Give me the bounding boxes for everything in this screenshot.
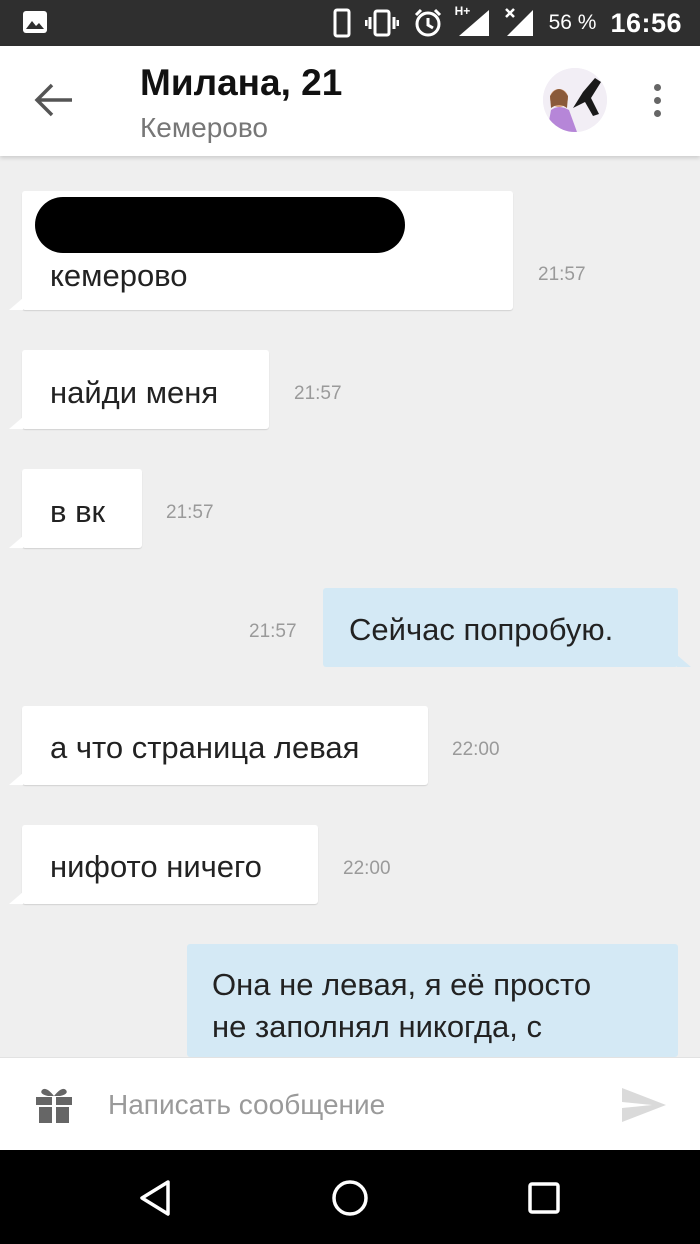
message-composer	[0, 1057, 700, 1150]
message-text: Сейчас попробую.	[349, 612, 614, 647]
clock: 16:56	[610, 7, 682, 38]
redacted-text-block	[35, 197, 405, 253]
avatar[interactable]	[543, 68, 607, 132]
contact-city: Кемерово	[140, 112, 268, 143]
message-text-line: не заполнял никогда, с	[212, 1009, 543, 1044]
more-vert-icon[interactable]	[640, 80, 674, 120]
message-text: в вк	[50, 494, 106, 529]
phone-icon	[333, 8, 351, 38]
message-text: найди меня	[50, 375, 219, 410]
back-triangle-icon[interactable]	[136, 1178, 176, 1218]
message-time: 21:57	[249, 621, 297, 642]
gift-icon[interactable]	[34, 1086, 74, 1124]
navigation-bar	[0, 1150, 700, 1244]
message-text-line: Она не левая, я её просто	[212, 967, 592, 1002]
message-text: а что страница левая	[50, 730, 360, 765]
message-bubble[interactable]: а что страница левая	[22, 706, 428, 785]
signal-no-data-icon	[504, 8, 535, 38]
vibrate-icon	[364, 9, 399, 37]
send-icon[interactable]	[620, 1086, 670, 1126]
message-bubble[interactable]: Сейчас попробую.	[323, 588, 678, 667]
contact-name[interactable]: Милана, 21	[140, 62, 342, 104]
message-input[interactable]	[108, 1078, 598, 1132]
message-text: кемерово	[50, 258, 188, 293]
message-bubble[interactable]: найди меня	[22, 350, 269, 429]
back-button[interactable]	[28, 78, 80, 126]
message-bubble[interactable]: в вк	[22, 469, 142, 548]
message-bubble[interactable]: нифото ничего	[22, 825, 318, 904]
message-time: 21:57	[166, 502, 214, 523]
status-bar: H+ 56 % 16:56	[0, 0, 700, 46]
chat-header: Милана, 21 Кемерово	[0, 46, 700, 156]
message-time: 22:00	[343, 858, 391, 879]
battery-percentage: 56 %	[548, 11, 597, 34]
message-bubble[interactable]: кемерово	[22, 191, 513, 310]
alarm-icon	[413, 8, 443, 38]
image-icon	[22, 10, 48, 39]
message-time: 21:57	[538, 264, 586, 285]
arrow-left-icon	[34, 82, 74, 123]
message-bubble[interactable]: Она не левая, я её просто не заполнял ни…	[187, 944, 678, 1057]
home-circle-icon[interactable]	[330, 1178, 370, 1218]
message-text: нифото ничего	[50, 849, 262, 884]
signal-icon: H+	[455, 4, 491, 38]
recents-square-icon[interactable]	[524, 1178, 564, 1218]
message-time: 21:57	[294, 383, 342, 404]
message-time: 22:00	[452, 739, 500, 760]
